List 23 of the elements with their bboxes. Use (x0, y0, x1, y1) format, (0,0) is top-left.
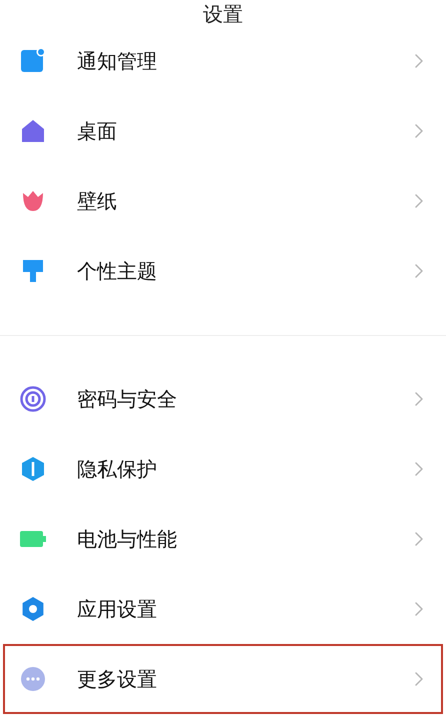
settings-row[interactable]: 壁纸 (3, 166, 443, 236)
more-icon (19, 665, 47, 693)
row-label: 桌面 (77, 118, 118, 144)
settings-row[interactable]: 更多设置 (3, 644, 443, 714)
settings-row[interactable]: 个性主题 (3, 236, 443, 306)
row-label: 应用设置 (77, 596, 158, 622)
settings-row[interactable]: 通知管理 (3, 26, 443, 96)
settings-row[interactable]: 隐私保护 (3, 434, 443, 504)
shield-icon (19, 455, 47, 483)
page-title: 设置 (202, 1, 244, 26)
row-label: 通知管理 (77, 48, 158, 74)
row-label: 个性主题 (77, 258, 158, 284)
row-label: 壁纸 (77, 188, 118, 214)
row-label: 隐私保护 (77, 456, 158, 482)
settings-row[interactable]: 电池与性能 (3, 504, 443, 574)
row-label: 电池与性能 (77, 526, 178, 552)
house-icon (19, 117, 47, 145)
row-label: 更多设置 (77, 666, 158, 692)
settings-row[interactable]: 桌面 (3, 96, 443, 166)
settings-row[interactable]: 密码与安全 (3, 364, 443, 434)
row-label: 密码与安全 (77, 386, 178, 412)
settings-row[interactable]: 应用设置 (3, 574, 443, 644)
notification-icon (19, 47, 47, 75)
